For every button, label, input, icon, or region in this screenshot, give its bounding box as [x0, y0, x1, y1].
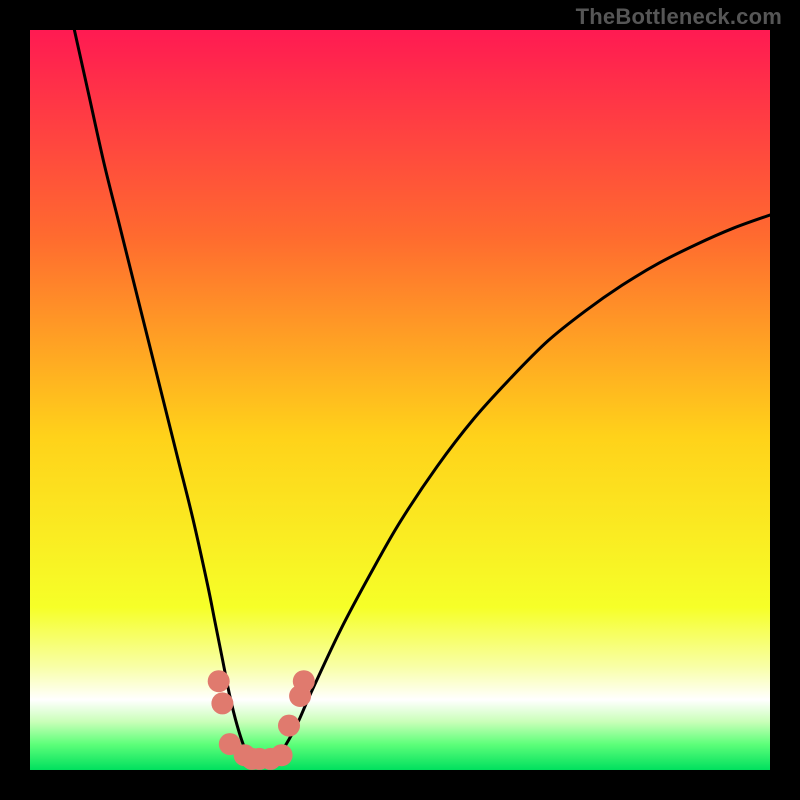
- watermark-text: TheBottleneck.com: [576, 4, 782, 30]
- highlight-marker: [293, 670, 315, 692]
- highlight-marker: [208, 670, 230, 692]
- highlight-marker: [271, 744, 293, 766]
- chart-container: TheBottleneck.com: [0, 0, 800, 800]
- plot-area: [30, 30, 770, 770]
- highlight-markers: [208, 670, 315, 770]
- highlight-marker: [211, 692, 233, 714]
- highlight-marker: [278, 715, 300, 737]
- marker-layer: [30, 30, 770, 770]
